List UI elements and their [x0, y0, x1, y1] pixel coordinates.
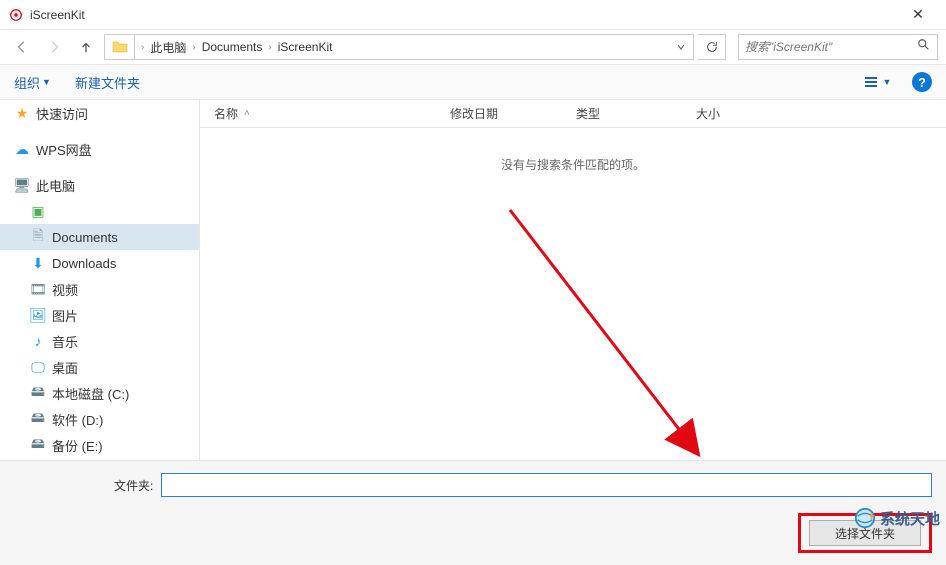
folder-name-input[interactable] [161, 473, 932, 497]
sidebar-item-label: Documents [52, 230, 118, 245]
sidebar-item-label: 音乐 [52, 332, 78, 351]
column-name[interactable]: 名称 ˄ [200, 105, 450, 122]
toolbar: 组织 ▼ 新建文件夹 ▼ ? [0, 64, 946, 100]
content-area: ★ 快速访问 ☁ WPS网盘 🖥 此电脑 ▣ 🗎 Documents ⬇ Download… [0, 100, 946, 460]
sidebar-item-disk-e[interactable]: 🖴 备份 (E:) [0, 432, 199, 458]
forward-button[interactable] [40, 33, 68, 61]
disk-icon: 🖴 [30, 385, 46, 401]
column-size[interactable]: 大小 [696, 105, 796, 122]
watermark-text: 系统天地 [880, 508, 940, 529]
watermark: 系统天地 [854, 507, 940, 529]
organize-menu[interactable]: 组织 ▼ [14, 73, 51, 92]
view-options-button[interactable]: ▼ [858, 70, 898, 94]
breadcrumb-seg-documents[interactable]: Documents [198, 40, 267, 54]
sidebar-item-pictures[interactable]: 🖼 图片 [0, 302, 199, 328]
new-folder-label: 新建文件夹 [75, 73, 140, 92]
back-button[interactable] [8, 33, 36, 61]
sidebar-item-disk-c[interactable]: 🖴 本地磁盘 (C:) [0, 380, 199, 406]
column-type[interactable]: 类型 [576, 105, 696, 122]
breadcrumb-seg-pc[interactable]: 此电脑 [146, 39, 190, 56]
sidebar-item-quick-access[interactable]: ★ 快速访问 [0, 100, 199, 126]
sidebar-item-wps[interactable]: ☁ WPS网盘 [0, 136, 199, 162]
up-button[interactable] [72, 33, 100, 61]
star-icon: ★ [14, 105, 30, 121]
app-tile-icon: ▣ [30, 203, 46, 219]
column-label: 名称 [214, 105, 238, 122]
sidebar-item-label: 图片 [52, 306, 78, 325]
video-icon: 🎞 [30, 281, 46, 297]
app-icon [8, 7, 24, 23]
search-input[interactable] [745, 40, 917, 54]
title-bar: iScreenKit ✕ [0, 0, 946, 30]
folder-icon [105, 35, 135, 59]
column-date[interactable]: 修改日期 [450, 105, 576, 122]
refresh-button[interactable] [698, 34, 726, 60]
sidebar-item-label: 桌面 [52, 358, 78, 377]
desktop-icon: 🖵 [30, 359, 46, 375]
bottom-panel: 文件夹: 选择文件夹 [0, 460, 946, 565]
sidebar-item-label: 快速访问 [36, 104, 88, 123]
pictures-icon: 🖼 [30, 307, 46, 323]
sidebar-item-desktop[interactable]: 🖵 桌面 [0, 354, 199, 380]
sidebar-item-label: 视频 [52, 280, 78, 299]
music-icon: ♪ [30, 333, 46, 349]
breadcrumb-seg-iscreenkit[interactable]: iScreenKit [274, 40, 337, 54]
sidebar-item-label: 本地磁盘 (C:) [52, 384, 129, 403]
new-folder-button[interactable]: 新建文件夹 [75, 73, 140, 92]
sidebar-item-music[interactable]: ♪ 音乐 [0, 328, 199, 354]
sidebar-item-label: 此电脑 [36, 176, 75, 195]
search-icon[interactable] [917, 38, 931, 57]
pc-icon: 🖥 [14, 177, 30, 193]
chevron-right-icon: › [139, 42, 146, 53]
organize-label: 组织 [14, 73, 40, 92]
downloads-icon: ⬇ [30, 255, 46, 271]
sidebar-item-this-pc[interactable]: 🖥 此电脑 [0, 172, 199, 198]
sort-indicator-icon: ˄ [244, 108, 250, 119]
close-button[interactable]: ✕ [898, 6, 938, 23]
sidebar-item-label: 备份 (E:) [52, 436, 103, 455]
sidebar: ★ 快速访问 ☁ WPS网盘 🖥 此电脑 ▣ 🗎 Documents ⬇ Download… [0, 100, 200, 460]
sidebar-item-documents[interactable]: 🗎 Documents [0, 224, 199, 250]
chevron-down-icon: ▼ [883, 77, 892, 87]
disk-icon: 🖴 [30, 437, 46, 453]
empty-folder-message: 没有与搜索条件匹配的项。 [200, 156, 946, 173]
sidebar-item-disk-d[interactable]: 🖴 软件 (D:) [0, 406, 199, 432]
breadcrumb-dropdown[interactable] [669, 42, 693, 52]
sidebar-item-green[interactable]: ▣ [0, 198, 199, 224]
nav-bar: › 此电脑 › Documents › iScreenKit [0, 30, 946, 64]
chevron-down-icon: ▼ [42, 77, 51, 87]
search-box[interactable] [738, 34, 938, 60]
folder-label: 文件夹: [114, 477, 153, 494]
cloud-icon: ☁ [14, 141, 30, 157]
chevron-right-icon: › [190, 42, 197, 53]
window-title: iScreenKit [30, 8, 898, 22]
sidebar-item-downloads[interactable]: ⬇ Downloads [0, 250, 199, 276]
file-pane: 名称 ˄ 修改日期 类型 大小 没有与搜索条件匹配的项。 [200, 100, 946, 460]
chevron-right-icon: › [266, 42, 273, 53]
sidebar-item-label: WPS网盘 [36, 140, 92, 159]
globe-icon [854, 507, 876, 529]
sidebar-item-videos[interactable]: 🎞 视频 [0, 276, 199, 302]
sidebar-item-label: Downloads [52, 256, 116, 271]
documents-icon: 🗎 [30, 229, 46, 245]
help-button[interactable]: ? [912, 72, 932, 92]
disk-icon: 🖴 [30, 411, 46, 427]
sidebar-item-label: 软件 (D:) [52, 410, 103, 429]
column-headers: 名称 ˄ 修改日期 类型 大小 [200, 100, 946, 128]
address-bar[interactable]: › 此电脑 › Documents › iScreenKit [104, 34, 694, 60]
breadcrumb: › 此电脑 › Documents › iScreenKit [135, 39, 669, 56]
